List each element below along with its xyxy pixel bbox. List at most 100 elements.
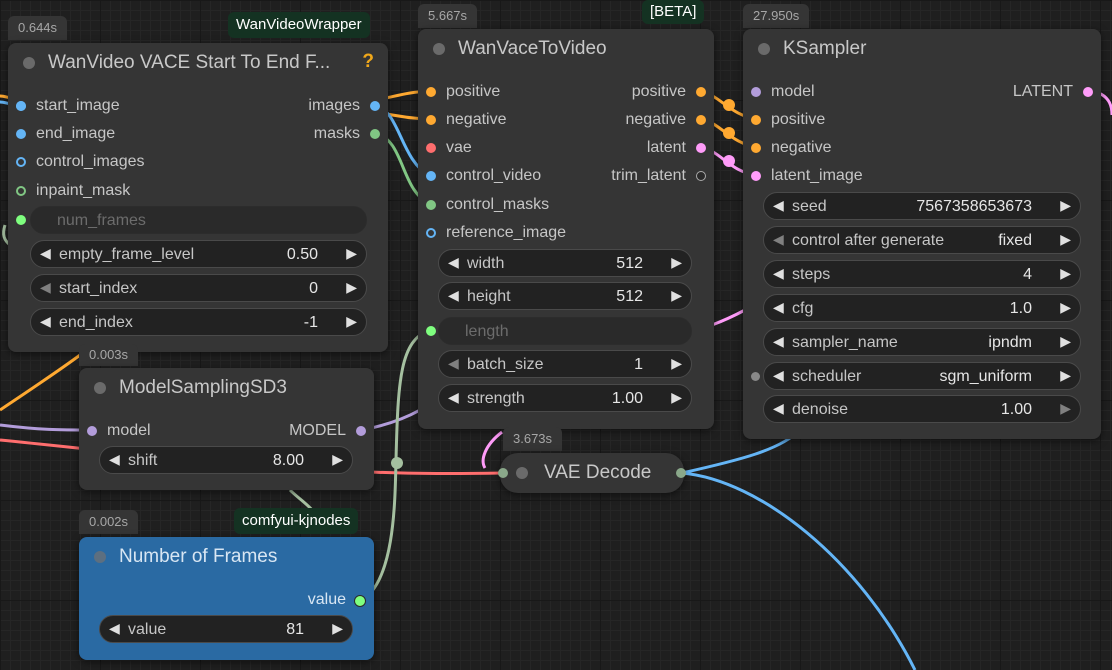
arrow-right-icon: ▶ [1060,231,1071,247]
input-positive[interactable]: positive [743,110,825,130]
arrow-left-icon: ◀ [40,245,51,261]
arrow-right-icon: ▶ [1060,367,1071,383]
conditioning-socket-icon [751,115,761,125]
node-number-of-frames[interactable]: Number of Frames value ◀ value 81 ▶ [79,537,374,660]
input-positive[interactable]: positive [418,82,500,102]
input-latent-image[interactable]: latent_image [743,166,863,186]
denoise-widget[interactable]: ◀ denoise 1.00 ▶ [763,395,1081,423]
shift-widget[interactable]: ◀ shift 8.00 ▶ [99,446,353,474]
input-negative[interactable]: negative [743,138,832,158]
input-control-masks[interactable]: control_masks [418,195,549,215]
arrow-right-icon: ▶ [1060,197,1071,213]
output-masks[interactable]: masks [314,124,388,144]
collapse-dot-icon[interactable] [433,43,445,55]
node-vae-decode[interactable]: VAE Decode [498,453,686,493]
output-latent[interactable]: latent [647,138,714,158]
output-value[interactable]: value [308,590,374,610]
seed-widget[interactable]: ◀ seed 7567358653673 ▶ [763,192,1081,220]
conditioning-socket-icon [696,87,706,97]
input-start-image[interactable]: start_image [8,96,120,116]
node-model-sampling-sd3[interactable]: ModelSamplingSD3 model MODEL ◀ shift 8.00 ▶ [79,368,374,490]
optional-image-socket-icon [426,228,436,238]
width-widget[interactable]: ◀ width 512 ▶ [438,249,692,277]
mask-socket-icon [426,200,436,210]
arrow-left-icon: ◀ [40,313,51,329]
scheduler-widget[interactable]: ◀ scheduler sgm_uniform ▶ [763,362,1081,390]
steps-widget[interactable]: ◀ steps 4 ▶ [763,260,1081,288]
node-title[interactable]: VAE Decode [500,453,684,493]
start-index-widget[interactable]: ◀ start_index 0 ▶ [30,274,367,302]
num-frames-widget: num_frames [30,206,367,234]
output-positive[interactable]: positive [632,82,714,102]
output-images[interactable]: images [308,96,388,116]
wire-reroute-dot [391,457,403,469]
arrow-right-icon: ▶ [671,254,682,270]
node-wan-vace-to-video[interactable]: WanVaceToVideo positive negative vae con… [418,29,714,429]
end-index-widget[interactable]: ◀ end_index -1 ▶ [30,308,367,336]
widget-input-socket-icon[interactable] [751,372,760,381]
node-title[interactable]: ModelSamplingSD3 [79,368,374,408]
help-icon[interactable]: ? [362,51,374,73]
node-title[interactable]: WanVaceToVideo [418,29,714,69]
control-after-generate-widget[interactable]: ◀ control after generate fixed ▶ [763,226,1081,254]
batch-size-widget[interactable]: ◀ batch_size 1 ▶ [438,350,692,378]
node-pack-tag: comfyui-kjnodes [234,508,359,534]
image-output-socket-icon[interactable] [676,468,686,478]
model-socket-icon [751,87,761,97]
optional-image-socket-icon [16,157,26,167]
wire-image-down [681,471,917,670]
arrow-left-icon: ◀ [109,620,120,636]
sampler-name-widget[interactable]: ◀ sampler_name ipndm ▶ [763,328,1081,356]
node-pack-tag: WanVideoWrapper [228,12,370,38]
collapse-dot-icon[interactable] [23,57,35,69]
value-widget[interactable]: ◀ value 81 ▶ [99,615,353,643]
node-title[interactable]: Number of Frames [79,537,374,577]
widget-input-socket-icon[interactable] [426,326,436,336]
arrow-left-icon: ◀ [448,287,459,303]
node-vace-start-to-end[interactable]: WanVideo VACE Start To End F... ? start_… [8,43,388,352]
node-ksampler[interactable]: KSampler model positive negative latent_… [743,29,1101,439]
wire-latent-back [711,308,746,327]
arrow-left-icon: ◀ [773,265,784,281]
input-model[interactable]: model [79,421,151,441]
output-trim-latent[interactable]: trim_latent [611,166,714,186]
arrow-right-icon: ▶ [671,389,682,405]
model-socket-icon [87,426,97,436]
collapse-dot-icon[interactable] [94,551,106,563]
input-control-images[interactable]: control_images [8,152,145,172]
output-latent[interactable]: LATENT [1013,82,1101,102]
input-negative[interactable]: negative [418,110,507,130]
conditioning-socket-icon [426,87,436,97]
node-title[interactable]: KSampler [743,29,1101,69]
cfg-widget[interactable]: ◀ cfg 1.0 ▶ [763,294,1081,322]
output-model[interactable]: MODEL [289,421,374,441]
input-inpaint-mask[interactable]: inpaint_mask [8,181,130,201]
collapse-dot-icon[interactable] [516,467,528,479]
input-control-video[interactable]: control_video [418,166,541,186]
timing-badge: 0.644s [8,16,68,40]
collapse-dot-icon[interactable] [758,43,770,55]
empty-frame-level-widget[interactable]: ◀ empty_frame_level 0.50 ▶ [30,240,367,268]
collapse-dot-icon[interactable] [94,382,106,394]
input-end-image[interactable]: end_image [8,124,115,144]
widget-input-socket-icon[interactable] [16,215,26,225]
strength-widget[interactable]: ◀ strength 1.00 ▶ [438,384,692,412]
latent-input-socket-icon[interactable] [498,468,508,478]
wire-cond-left [0,353,81,412]
height-widget[interactable]: ◀ height 512 ▶ [438,282,692,310]
input-model[interactable]: model [743,82,815,102]
input-reference-image[interactable]: reference_image [418,223,566,243]
image-socket-icon [16,101,26,111]
latent-socket-icon [696,143,706,153]
arrow-right-icon: ▶ [346,279,357,295]
arrow-left-icon: ◀ [773,400,784,416]
image-socket-icon [16,129,26,139]
arrow-left-icon: ◀ [773,231,784,247]
image-socket-icon [426,171,436,181]
input-vae[interactable]: vae [418,138,472,158]
arrow-right-icon: ▶ [1060,400,1071,416]
arrow-left-icon: ◀ [773,299,784,315]
output-negative[interactable]: negative [626,110,715,130]
conditioning-socket-icon [751,143,761,153]
node-title[interactable]: WanVideo VACE Start To End F... ? [8,43,388,83]
